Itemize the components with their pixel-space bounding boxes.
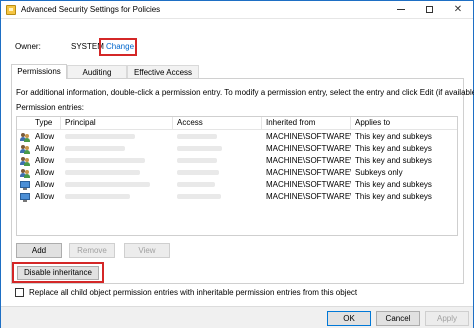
folder-icon bbox=[6, 5, 16, 15]
row-applies-to: This key and subkeys bbox=[355, 156, 432, 165]
disable-inheritance-button[interactable]: Disable inheritance bbox=[17, 266, 99, 280]
tab-permissions[interactable]: Permissions bbox=[11, 64, 67, 79]
table-row[interactable]: Allow MACHINE\SOFTWARE\... This key and … bbox=[17, 191, 457, 203]
row-inherited-from: MACHINE\SOFTWARE\... bbox=[266, 192, 351, 201]
close-icon: ✕ bbox=[453, 4, 463, 15]
computer-icon bbox=[20, 181, 30, 190]
row-inherited-from: MACHINE\SOFTWARE\... bbox=[266, 156, 351, 165]
row-access-redacted bbox=[173, 131, 262, 143]
row-access-redacted bbox=[173, 143, 262, 155]
maximize-icon bbox=[425, 5, 433, 13]
computer-icon bbox=[20, 193, 30, 202]
header-type[interactable]: Type bbox=[31, 117, 61, 130]
row-applies-to: Subkeys only bbox=[355, 168, 403, 177]
row-principal-redacted bbox=[61, 167, 173, 179]
ok-button[interactable]: OK bbox=[327, 311, 371, 326]
users-icon bbox=[20, 145, 30, 154]
table-row[interactable]: Allow MACHINE\SOFTWARE\... Subkeys only bbox=[17, 167, 457, 179]
header-access[interactable]: Access bbox=[173, 117, 262, 130]
info-text: For additional information, double-click… bbox=[16, 88, 474, 97]
dialog-footer: OK Cancel Apply bbox=[1, 306, 473, 328]
row-inherited-from: MACHINE\SOFTWARE\... bbox=[266, 180, 351, 189]
row-inherited-from: MACHINE\SOFTWARE\... bbox=[266, 168, 351, 177]
row-principal-redacted bbox=[61, 131, 173, 143]
header-applies-to[interactable]: Applies to bbox=[351, 117, 457, 130]
row-applies-to: This key and subkeys bbox=[355, 132, 432, 141]
row-principal-redacted bbox=[61, 179, 173, 191]
row-applies-to: This key and subkeys bbox=[355, 144, 432, 153]
apply-button[interactable]: Apply bbox=[425, 311, 469, 326]
view-button[interactable]: View bbox=[124, 243, 170, 258]
row-type: Allow bbox=[35, 132, 55, 141]
disable-inheritance-highlight-box: Disable inheritance bbox=[12, 262, 104, 283]
table-row[interactable]: Allow MACHINE\SOFTWARE\... This key and … bbox=[17, 143, 457, 155]
row-type: Allow bbox=[35, 156, 55, 165]
row-access-redacted bbox=[173, 191, 262, 203]
window-title: Advanced Security Settings for Policies bbox=[21, 5, 161, 14]
row-inherited-from: MACHINE\SOFTWARE\... bbox=[266, 132, 351, 141]
minimize-icon bbox=[397, 8, 405, 10]
row-type: Allow bbox=[35, 144, 55, 153]
header-principal[interactable]: Principal bbox=[61, 117, 173, 130]
owner-label: Owner: bbox=[15, 42, 41, 51]
header-icon-column bbox=[17, 117, 31, 130]
row-access-redacted bbox=[173, 155, 262, 167]
row-principal-redacted bbox=[61, 155, 173, 167]
permission-entries-list[interactable]: Type Principal Access Inherited from App… bbox=[16, 116, 458, 236]
replace-child-permissions-label[interactable]: Replace all child object permission entr… bbox=[29, 288, 357, 297]
close-button[interactable]: ✕ bbox=[443, 1, 473, 18]
permissions-panel: For additional information, double-click… bbox=[11, 78, 474, 284]
row-type: Allow bbox=[35, 180, 55, 189]
table-row[interactable]: Allow MACHINE\SOFTWARE\... This key and … bbox=[17, 131, 457, 143]
row-access-redacted bbox=[173, 167, 262, 179]
list-header: Type Principal Access Inherited from App… bbox=[17, 117, 457, 130]
title-bar[interactable]: Advanced Security Settings for Policies … bbox=[1, 1, 473, 19]
row-inherited-from: MACHINE\SOFTWARE\... bbox=[266, 144, 351, 153]
change-highlight-box: Change bbox=[99, 38, 137, 56]
minimize-button[interactable] bbox=[387, 1, 415, 18]
users-icon bbox=[20, 169, 30, 178]
users-icon bbox=[20, 133, 30, 142]
row-type: Allow bbox=[35, 192, 55, 201]
tab-effective-access[interactable]: Effective Access bbox=[127, 65, 199, 78]
row-principal-redacted bbox=[61, 143, 173, 155]
cancel-button[interactable]: Cancel bbox=[376, 311, 420, 326]
maximize-button[interactable] bbox=[415, 1, 443, 18]
table-row[interactable]: Allow MACHINE\SOFTWARE\... This key and … bbox=[17, 155, 457, 167]
row-applies-to: This key and subkeys bbox=[355, 180, 432, 189]
row-principal-redacted bbox=[61, 191, 173, 203]
advanced-security-dialog: Advanced Security Settings for Policies … bbox=[0, 0, 474, 328]
users-icon bbox=[20, 157, 30, 166]
row-access-redacted bbox=[173, 179, 262, 191]
remove-button[interactable]: Remove bbox=[69, 243, 115, 258]
replace-child-permissions-checkbox[interactable] bbox=[15, 288, 24, 297]
add-button[interactable]: Add bbox=[16, 243, 62, 258]
table-row[interactable]: Allow MACHINE\SOFTWARE\... This key and … bbox=[17, 179, 457, 191]
tab-auditing[interactable]: Auditing bbox=[67, 65, 127, 78]
row-applies-to: This key and subkeys bbox=[355, 192, 432, 201]
change-owner-link[interactable]: Change bbox=[106, 42, 134, 51]
permission-entries-label: Permission entries: bbox=[16, 103, 85, 112]
header-inherited-from[interactable]: Inherited from bbox=[262, 117, 351, 130]
row-type: Allow bbox=[35, 168, 55, 177]
